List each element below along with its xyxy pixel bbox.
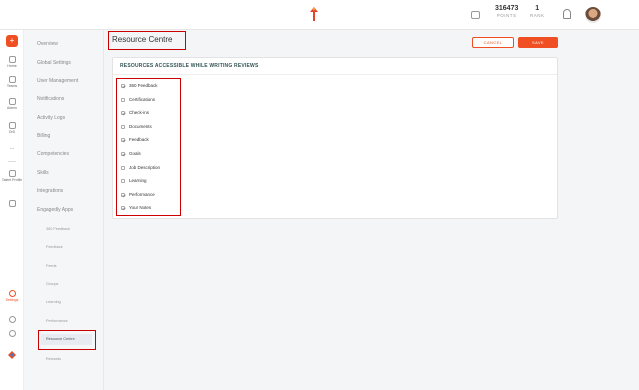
app-logo-icon[interactable] bbox=[309, 6, 319, 22]
checkbox[interactable] bbox=[121, 178, 125, 183]
sidebar-item-engagedly-apps[interactable]: Engagedly Apps bbox=[37, 207, 73, 213]
checkbox[interactable] bbox=[121, 165, 125, 170]
page-title-box: Resource Centre bbox=[108, 31, 186, 50]
sidebar-item-activity-logs[interactable]: Activity Logs bbox=[37, 115, 65, 121]
checkbox[interactable] bbox=[121, 83, 125, 88]
rail-item-home[interactable]: Home bbox=[0, 56, 24, 68]
resource-label: Your Notes bbox=[129, 205, 152, 210]
admin-icon bbox=[8, 98, 16, 105]
checkbox[interactable] bbox=[121, 124, 125, 129]
resources-card: RESOURCES ACCESSIBLE WHILE WRITING REVIE… bbox=[112, 57, 558, 219]
rail-item-talent-profile[interactable]: Talent Profile bbox=[0, 170, 24, 182]
settings-sidebar: Overview Global Settings User Management… bbox=[24, 30, 104, 390]
settings-icon bbox=[8, 290, 16, 297]
sidebar-item-billing[interactable]: Billing bbox=[37, 133, 50, 139]
resource-label: Job Description bbox=[129, 165, 161, 170]
resource-item-goals[interactable]: Goals bbox=[121, 151, 141, 156]
sidebar-item-integrations[interactable]: Integrations bbox=[37, 188, 63, 194]
resource-label: Performance bbox=[129, 192, 155, 197]
icon-rail: + Home Teams Admin OrD ... Talent Profil… bbox=[0, 30, 24, 390]
sidebar-subitem-feeds[interactable]: Feeds bbox=[46, 264, 57, 268]
resource-item-360-feedback[interactable]: 360 Feedback bbox=[121, 83, 158, 88]
sidebar-subitem-rewards[interactable]: Rewards bbox=[46, 357, 61, 361]
more-icon: ... bbox=[9, 145, 15, 151]
rank-label: RANK bbox=[530, 13, 545, 18]
rail-item-label: Settings bbox=[5, 298, 19, 302]
sidebar-subitem-performance[interactable]: Performance bbox=[46, 319, 68, 323]
sidebar-item-overview[interactable]: Overview bbox=[37, 41, 58, 47]
sidebar-item-competencies[interactable]: Competencies bbox=[37, 151, 69, 157]
resource-item-performance[interactable]: Performance bbox=[121, 192, 155, 197]
points-label: POINTS bbox=[496, 13, 517, 18]
top-bar: 316473 POINTS 1 RANK bbox=[0, 0, 639, 30]
sidebar-subitem-learning[interactable]: Learning bbox=[46, 300, 61, 304]
checkbox[interactable] bbox=[121, 110, 125, 115]
sidebar-item-global-settings[interactable]: Global Settings bbox=[37, 60, 71, 66]
resource-label: Goals bbox=[129, 151, 141, 156]
resource-item-certifications[interactable]: Certifications bbox=[121, 97, 155, 102]
page-title: Resource Centre bbox=[112, 35, 173, 44]
home-icon bbox=[8, 56, 16, 63]
resource-label: Feedback bbox=[129, 137, 149, 142]
points-stat: 316473 POINTS bbox=[495, 5, 518, 18]
resource-item-documents[interactable]: Documents bbox=[121, 124, 152, 129]
resource-item-job-description[interactable]: Job Description bbox=[121, 165, 160, 170]
resource-label: 360 Feedback bbox=[129, 83, 158, 88]
rail-item-brand[interactable] bbox=[0, 350, 24, 361]
rank-stat: 1 RANK bbox=[530, 5, 545, 18]
add-icon[interactable]: + bbox=[6, 35, 18, 47]
rank-value: 1 bbox=[535, 5, 540, 12]
resource-label: Certifications bbox=[129, 97, 156, 102]
help-icon bbox=[8, 330, 16, 337]
sidebar-item-user-management[interactable]: User Management bbox=[37, 78, 78, 84]
rail-divider bbox=[8, 161, 16, 162]
rail-item-label: Teams bbox=[6, 84, 18, 88]
sidebar-item-notifications[interactable]: Notifications bbox=[37, 96, 64, 102]
avatar[interactable] bbox=[585, 7, 601, 23]
resource-label: Documents bbox=[129, 124, 152, 129]
checkbox[interactable] bbox=[121, 151, 125, 156]
rail-item-more[interactable]: ... bbox=[0, 145, 24, 151]
resource-item-your-notes[interactable]: Your Notes bbox=[121, 205, 151, 210]
brand-logo-icon bbox=[8, 351, 16, 359]
rail-item-label: Home bbox=[7, 64, 17, 68]
rail-item-label: Talent Profile bbox=[1, 178, 23, 182]
resource-item-feedback[interactable]: Feedback bbox=[121, 137, 149, 142]
cancel-button[interactable]: CANCEL bbox=[472, 37, 514, 48]
resource-list: 360 Feedback Certifications Check-ins Do… bbox=[116, 78, 181, 216]
checkbox[interactable] bbox=[121, 137, 125, 142]
sidebar-subitem-360-feedback[interactable]: 360 Feedback bbox=[46, 227, 70, 231]
resource-item-learning[interactable]: Learning bbox=[121, 178, 147, 183]
save-button[interactable]: SAVE bbox=[518, 37, 558, 48]
teams-icon bbox=[8, 76, 16, 83]
sidebar-subitem-groups[interactable]: Groups bbox=[46, 282, 58, 286]
org-icon bbox=[8, 122, 16, 129]
rail-item-settings[interactable]: Settings bbox=[0, 290, 24, 302]
checkbox[interactable] bbox=[121, 205, 125, 210]
rail-item-help[interactable] bbox=[0, 330, 24, 338]
rail-item-label: OrD bbox=[8, 130, 16, 134]
chat-icon[interactable] bbox=[471, 11, 480, 19]
points-value: 316473 bbox=[495, 5, 519, 12]
rail-item-ord[interactable]: OrD bbox=[0, 122, 24, 134]
grid-icon bbox=[8, 200, 16, 207]
card-title: RESOURCES ACCESSIBLE WHILE WRITING REVIE… bbox=[113, 58, 557, 75]
profile-icon bbox=[8, 170, 16, 177]
bell-icon[interactable] bbox=[563, 9, 571, 19]
rail-item-admin[interactable]: Admin bbox=[0, 98, 24, 110]
sidebar-subitem-feedback[interactable]: Feedback bbox=[46, 245, 63, 249]
sidebar-item-skills[interactable]: Skills bbox=[37, 170, 49, 176]
resource-label: Check-ins bbox=[129, 110, 150, 115]
checkbox[interactable] bbox=[121, 192, 125, 197]
sidebar-subitem-label: Resource Centre bbox=[41, 334, 92, 345]
rail-item-download[interactable] bbox=[0, 316, 24, 324]
checkbox[interactable] bbox=[121, 97, 125, 102]
rail-item-grid[interactable] bbox=[0, 200, 24, 208]
sidebar-subitem-resource-centre[interactable]: Resource Centre bbox=[38, 330, 96, 350]
rail-item-teams[interactable]: Teams bbox=[0, 76, 24, 88]
resource-item-check-ins[interactable]: Check-ins bbox=[121, 110, 149, 115]
rail-item-label: Admin bbox=[7, 106, 17, 110]
download-icon bbox=[8, 316, 16, 323]
resource-label: Learning bbox=[129, 178, 147, 183]
